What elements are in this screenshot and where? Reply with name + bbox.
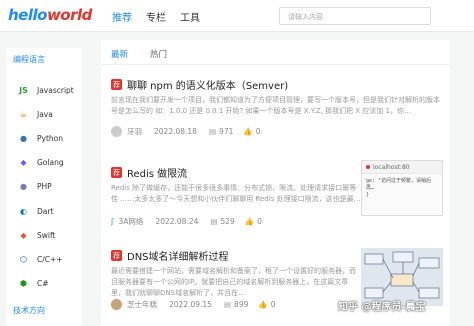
- avatar: [111, 126, 122, 137]
- nav-item-columns[interactable]: 专栏: [146, 9, 166, 24]
- sidebar-title: 编程语言: [13, 55, 45, 64]
- author-name[interactable]: 牙羽: [127, 126, 142, 137]
- article-title[interactable]: 荐 DNS域名详细解析过程: [111, 248, 229, 263]
- sidebar-item-label: Python: [37, 133, 63, 143]
- avatar: [111, 299, 122, 310]
- sidebar-item-golang[interactable]: ◆ Golang: [18, 155, 64, 169]
- article-excerpt: 前言现在我们要开发一个项目，我们都知道为了方便项目管理，要写一个版本号，但是我们…: [111, 96, 440, 115]
- recommend-tag: 荐: [111, 79, 122, 90]
- like-count: 0: [255, 127, 261, 136]
- recommend-tag: 荐: [111, 250, 122, 261]
- browser-tab-bar: localhost:80: [362, 161, 442, 174]
- article-title-text: 聊聊 npm 的语义化版本（Semver): [127, 81, 289, 92]
- golang-icon: ◆: [20, 157, 27, 167]
- like-icon[interactable]: 👍: [258, 300, 267, 309]
- author-logo-icon: ʃ: [111, 217, 114, 226]
- dot-icon: [366, 165, 370, 169]
- feed-tabs: 最新 热门: [101, 40, 450, 65]
- publish-date: 2022.09.15: [169, 300, 212, 309]
- sidebar-item-label: Dart: [37, 206, 54, 216]
- tab-latest[interactable]: 最新: [111, 48, 128, 60]
- sidebar-item-java[interactable]: ☕ Java: [18, 107, 53, 121]
- sidebar-item-swift[interactable]: ◆ Swift: [18, 228, 55, 242]
- author-name[interactable]: 芝士年糕: [127, 299, 157, 310]
- javascript-icon: JS: [19, 85, 28, 95]
- author-name[interactable]: 3A网络: [119, 216, 144, 227]
- like-icon[interactable]: 👍: [245, 217, 254, 226]
- publish-date: 2022.08.18: [154, 127, 197, 136]
- sidebar-item-cpp[interactable]: ⬡ C/C++: [18, 252, 63, 266]
- language-sidebar: 编程语言 JS Javascript ☕ Java ● Python ◆ Gol…: [6, 48, 82, 326]
- sidebar-item-php[interactable]: ● PHP: [18, 179, 52, 193]
- article-meta: ʃ 3A网络 2022.08.24 ▤ 529 👍 0: [111, 216, 272, 227]
- recommend-tag: 荐: [111, 167, 122, 178]
- article-item[interactable]: 荐 Redis 做限流 Redis 除了做缓存，还能干很多很多事情：分布式锁、限…: [111, 160, 446, 235]
- like-count: 0: [270, 300, 276, 309]
- logo-part2: world: [46, 6, 92, 24]
- article-title-text: DNS域名详细解析过程: [127, 252, 229, 263]
- sidebar-item-python[interactable]: ● Python: [18, 131, 63, 145]
- nav-item-tools[interactable]: 工具: [180, 9, 200, 24]
- sidebar-item-label: Golang: [37, 157, 64, 167]
- dart-icon: ◐: [20, 206, 27, 216]
- article-title[interactable]: 荐 Redis 做限流: [111, 165, 187, 180]
- sidebar-item-label: C/C++: [37, 254, 63, 264]
- csharp-icon: ⬢: [20, 278, 27, 288]
- article-item[interactable]: 荐 聊聊 npm 的语义化版本（Semver) 前言现在我们要开发一个项目，我们…: [111, 77, 446, 139]
- python-icon: ●: [20, 133, 27, 143]
- view-count: 971: [219, 127, 234, 136]
- article-meta: 牙羽 2022.08.18 ▤ 971 👍 0: [111, 126, 271, 137]
- cpp-icon: ⬡: [20, 254, 27, 264]
- sidebar-section-title: 技术方向: [13, 306, 45, 315]
- sidebar-item-label: Swift: [37, 230, 56, 240]
- sidebar-item-label: Java: [37, 109, 53, 119]
- view-count: 529: [220, 217, 235, 226]
- java-icon: ☕: [19, 109, 28, 119]
- sidebar-item-label: Javascript: [37, 85, 74, 95]
- thumbnail-code-line: }: [366, 192, 370, 198]
- php-icon: ●: [20, 181, 27, 191]
- sidebar-item-csharp[interactable]: ⬢ C#: [18, 276, 49, 290]
- sidebar-item-dart[interactable]: ◐ Dart: [18, 204, 53, 218]
- article-feed: 最新 热门 荐 聊聊 npm 的语义化版本（Semver) 前言现在我们要开发一…: [101, 40, 450, 326]
- top-header: helloworld 推荐 专栏 工具 请输入内容: [0, 0, 474, 32]
- view-count: 899: [234, 300, 249, 309]
- views-icon: ▤: [210, 217, 218, 226]
- article-title-text: Redis 做限流: [127, 169, 188, 180]
- article-meta: 芝士年糕 2022.09.15 ▤ 899 👍 0: [111, 299, 286, 310]
- tab-hot[interactable]: 热门: [150, 48, 167, 60]
- article-excerpt: Redis 除了做缓存，还能干很多很多事情：分布式锁、限流、处理请求接口幂等性 …: [111, 184, 361, 203]
- article-title[interactable]: 荐 聊聊 npm 的语义化版本（Semver): [111, 77, 288, 92]
- site-logo[interactable]: helloworld: [8, 6, 92, 24]
- views-icon: ▤: [223, 300, 232, 309]
- main-nav: 推荐 专栏 工具: [112, 9, 200, 24]
- article-excerpt: 最近需要搭建一个网站，需要域名解析和备案了，租了一个设置好的服务器，而且服务器要…: [111, 267, 356, 297]
- logo-part1: hello: [8, 6, 47, 24]
- publish-date: 2022.08.24: [155, 217, 199, 226]
- swift-icon: ◆: [20, 230, 27, 240]
- thumbnail-code: ge: "访问过于频繁，请稍后再… }: [362, 174, 442, 203]
- thumbnail-url: localhost:80: [373, 163, 410, 171]
- sidebar-item-label: C#: [37, 278, 49, 288]
- search-input[interactable]: 请输入内容: [279, 7, 431, 25]
- like-icon[interactable]: 👍: [243, 127, 252, 136]
- article-thumbnail[interactable]: localhost:80 ge: "访问过于频繁，请稍后再… }: [361, 160, 443, 216]
- nav-item-recommend[interactable]: 推荐: [112, 9, 132, 24]
- sidebar-item-javascript[interactable]: JS Javascript: [18, 83, 74, 97]
- watermark: 知乎 @程序员-晨宝: [338, 302, 426, 313]
- like-count: 0: [257, 217, 262, 226]
- views-icon: ▤: [208, 127, 217, 136]
- sidebar-item-label: PHP: [37, 181, 52, 191]
- thumbnail-code-line: ge: "访问过于频繁，请稍后再…: [366, 178, 432, 191]
